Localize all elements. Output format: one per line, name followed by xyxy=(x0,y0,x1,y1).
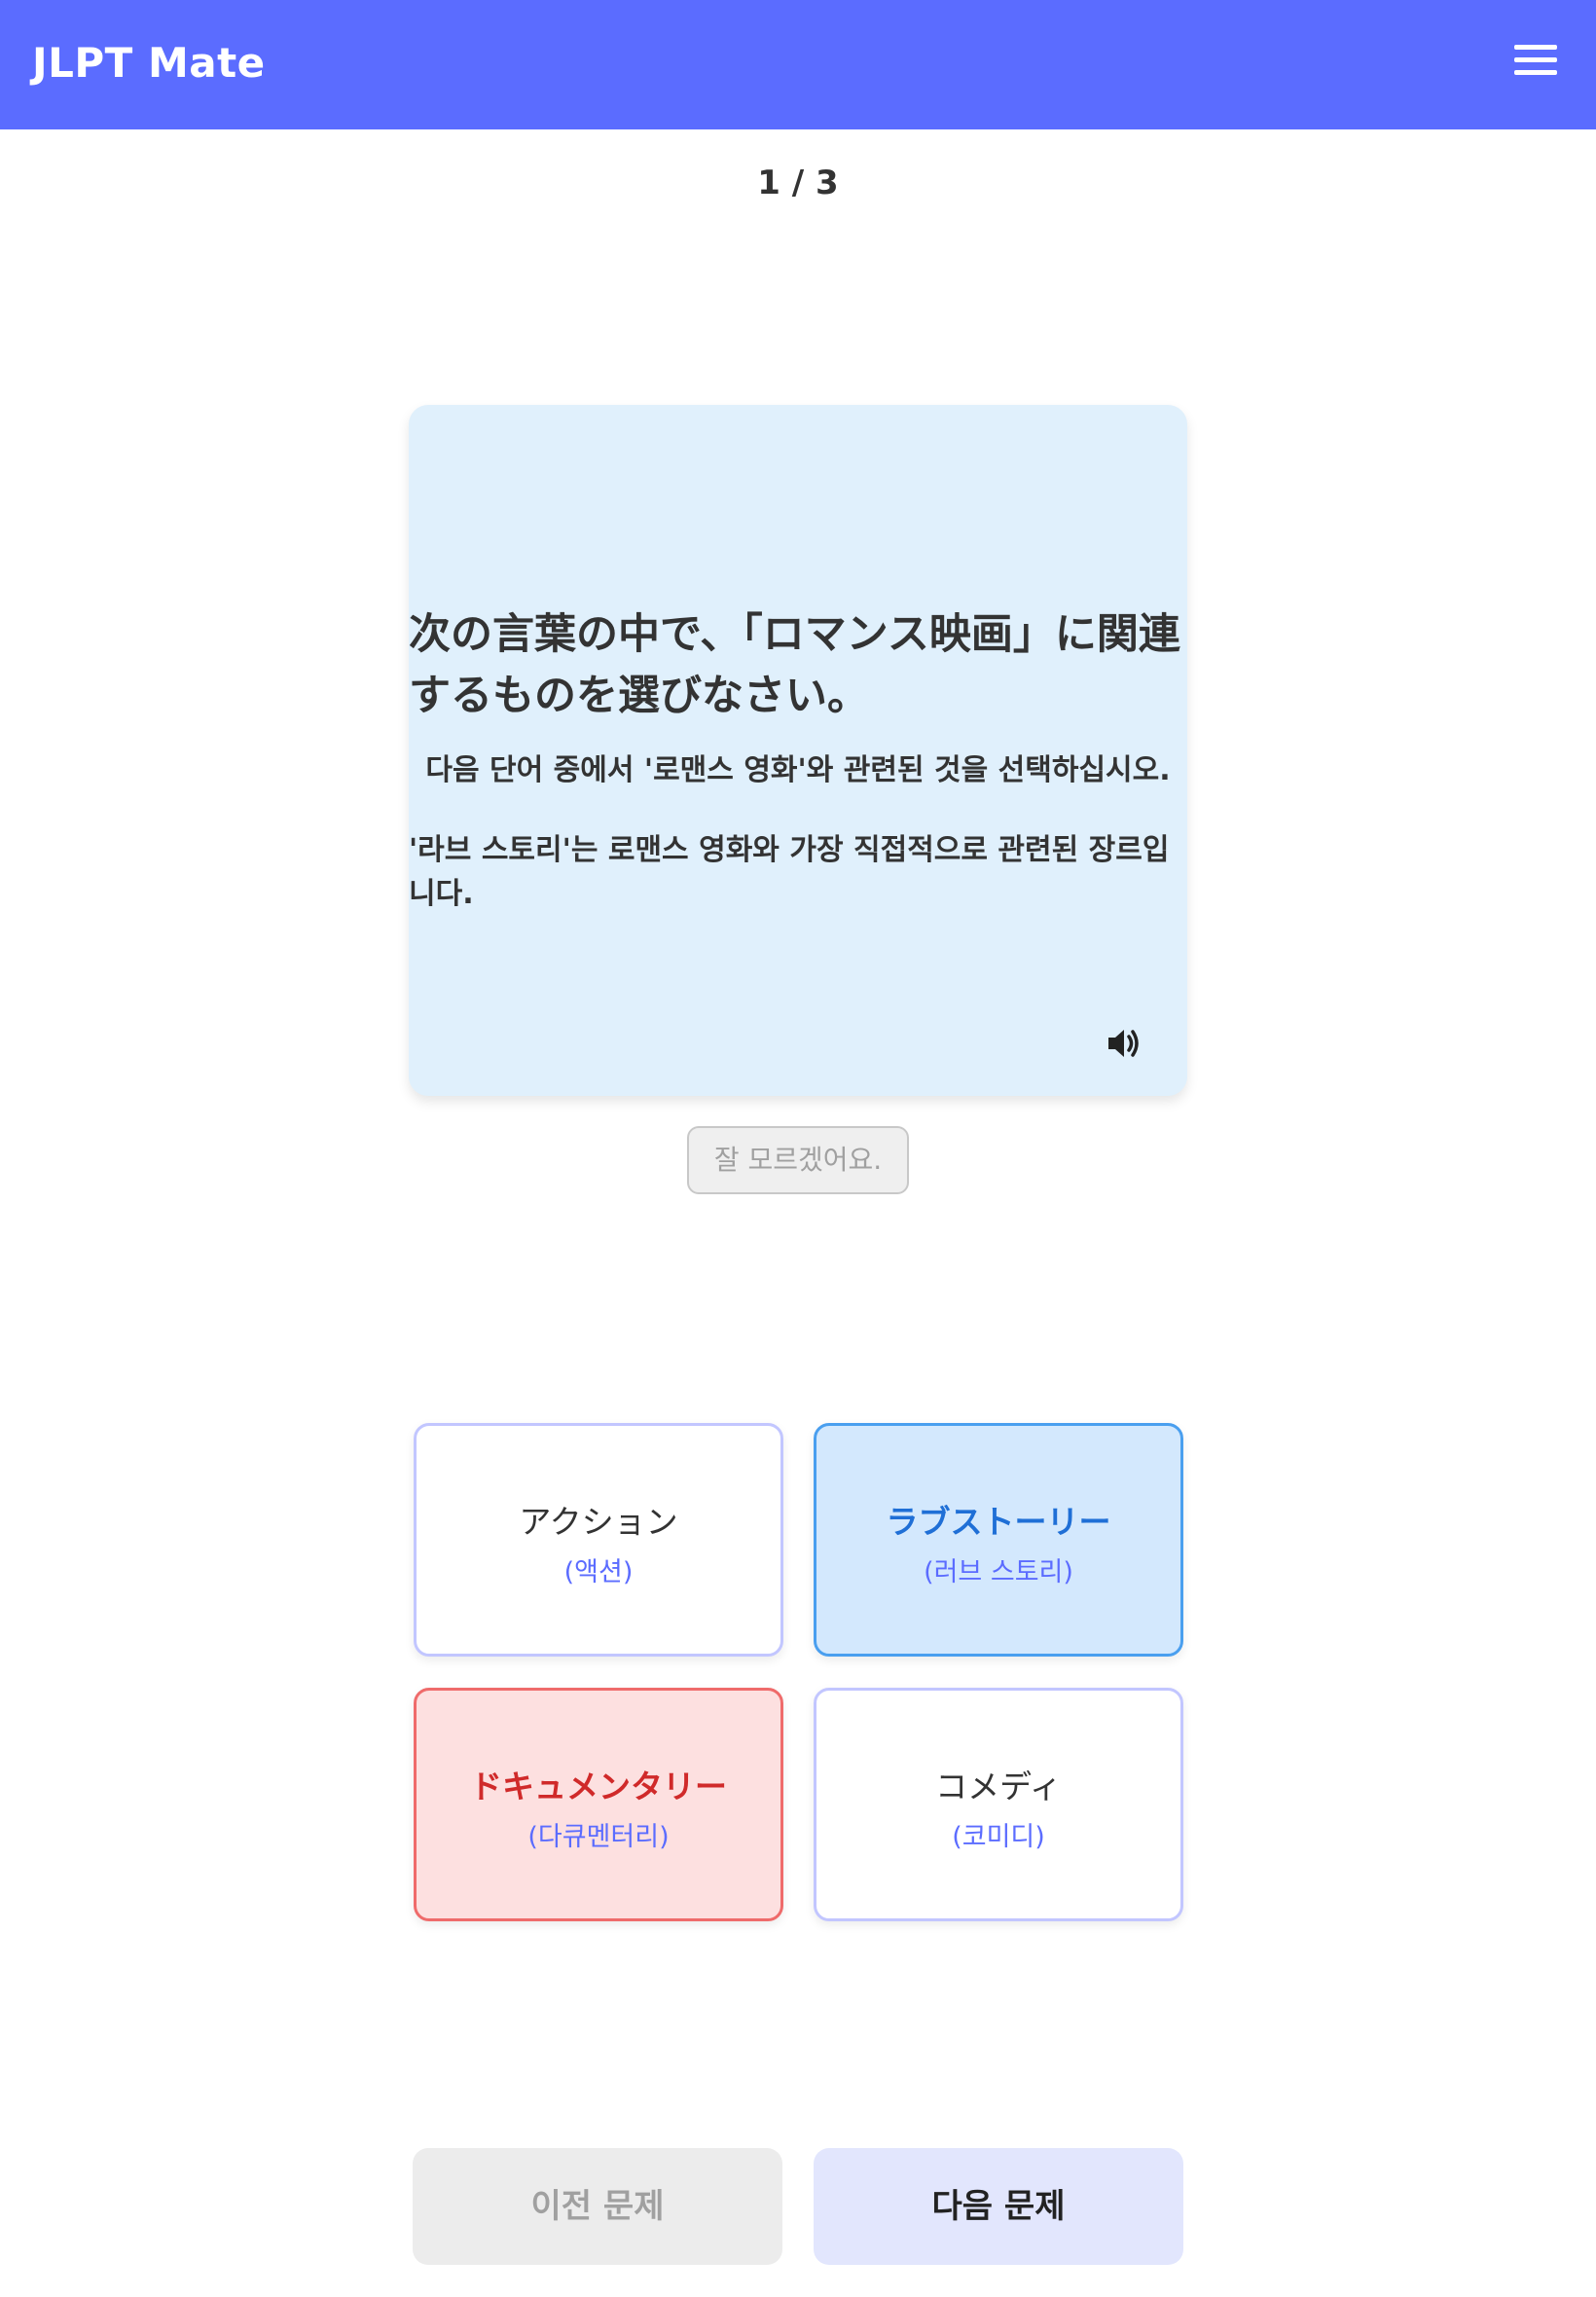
previous-question-button[interactable]: 이전 문제 xyxy=(413,2148,782,2265)
question-japanese: 次の言葉の中で、「ロマンス映画」に関連するものを選びなさい。 xyxy=(409,610,1180,720)
question-progress: 1 / 3 xyxy=(757,164,839,202)
question-card: 次の言葉の中で、「ロマンス映画」に関連するものを選びなさい。 다음 단어 중에서… xyxy=(409,405,1187,1096)
option-japanese: コメディ xyxy=(935,1768,1062,1805)
app-title: JLPT Mate xyxy=(32,39,266,87)
question-korean: 다음 단어 중에서 '로맨스 영화'와 관련된 것을 선택하십시오. xyxy=(425,753,1171,787)
option-action[interactable]: アクション (액션) xyxy=(414,1423,783,1657)
option-korean: (다큐멘터리) xyxy=(527,1822,670,1852)
dont-know-button[interactable]: 잘 모르겠어요. xyxy=(687,1126,909,1194)
option-japanese: ラブストーリー xyxy=(886,1503,1111,1541)
answer-explanation: '라브 스토리'는 로맨스 영화와 가장 직접적으로 관련된 장르입니다. xyxy=(409,833,1170,911)
option-japanese: アクション xyxy=(519,1503,678,1541)
option-comedy[interactable]: コメディ (코미디) xyxy=(814,1688,1183,1921)
option-documentary[interactable]: ドキュメンタリー (다큐멘터리) xyxy=(414,1688,783,1921)
option-korean: (러브 스토리) xyxy=(924,1557,1073,1587)
option-korean: (액션) xyxy=(563,1557,634,1587)
app-bar: JLPT Mate xyxy=(0,0,1596,129)
option-japanese: ドキュメンタリー xyxy=(470,1768,727,1805)
next-question-button[interactable]: 다음 문제 xyxy=(814,2148,1183,2265)
option-love-story[interactable]: ラブストーリー (러브 스토리) xyxy=(814,1423,1183,1657)
speaker-icon[interactable] xyxy=(1106,1026,1144,1061)
hamburger-menu-icon[interactable] xyxy=(1506,41,1565,80)
option-korean: (코미디) xyxy=(952,1822,1045,1852)
